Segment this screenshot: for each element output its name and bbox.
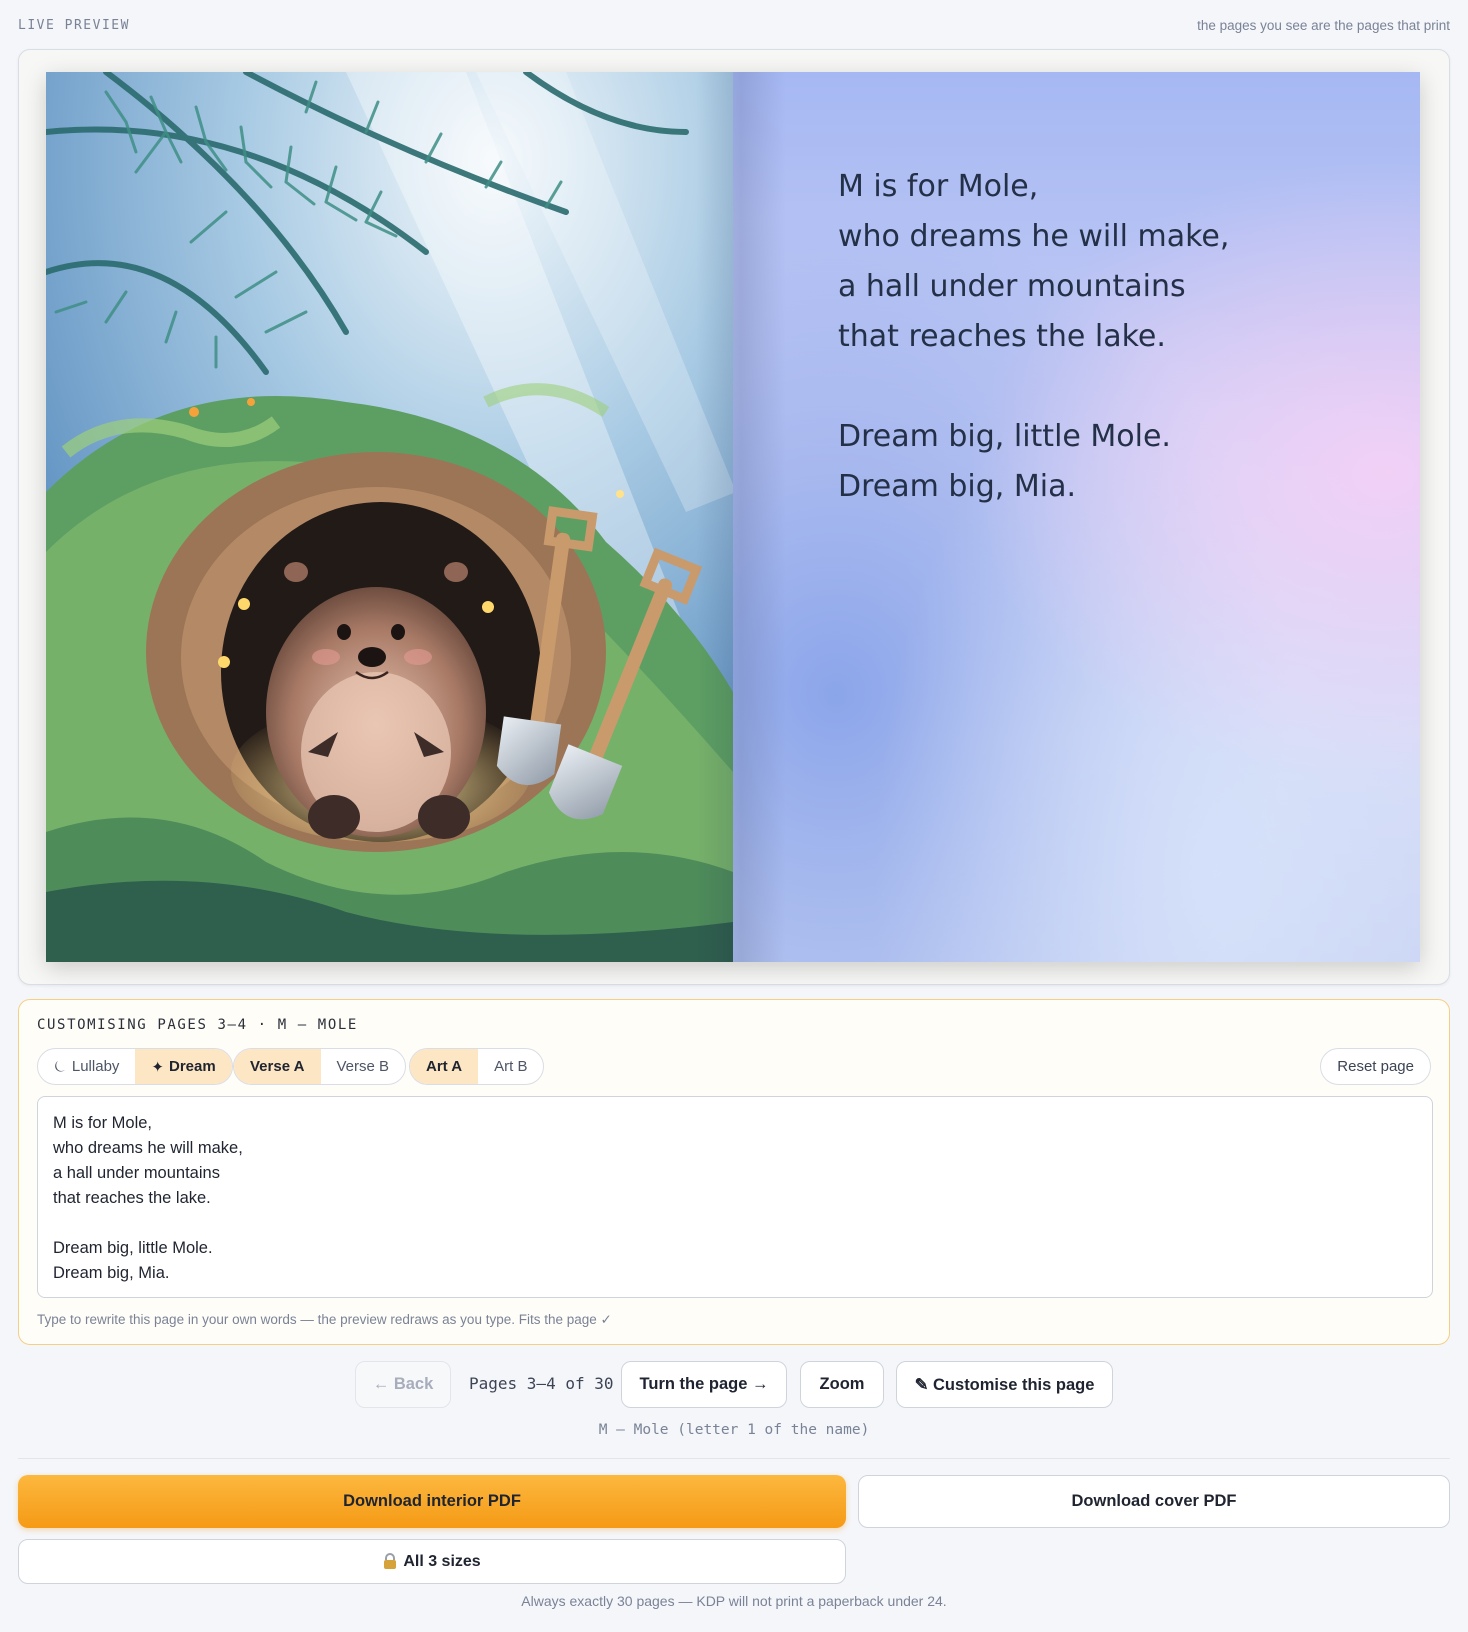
style-option-label: Dream <box>169 1058 216 1075</box>
letter-note: M — Mole (letter 1 of the name) <box>598 1422 870 1438</box>
verse-line: M is for Mole, <box>838 169 1039 204</box>
turn-page-button[interactable]: Turn the page → <box>621 1361 787 1408</box>
all-sizes-button[interactable]: All 3 sizes <box>18 1539 846 1584</box>
page-counter: Pages 3–4 of 30 <box>469 1374 614 1393</box>
verse-option-a[interactable]: Verse A <box>234 1049 321 1084</box>
moon-icon: ⏾ <box>54 1058 66 1075</box>
reset-page-button[interactable]: Reset page <box>1320 1048 1431 1085</box>
verse-option-b[interactable]: Verse B <box>321 1049 406 1084</box>
mole-illustration <box>46 72 733 962</box>
verse-line: that reaches the lake. <box>838 319 1166 354</box>
print-note: the pages you see are the pages that pri… <box>1197 18 1450 33</box>
customise-panel: CUSTOMISING PAGES 3–4 · M — MOLE ⏾ Lulla… <box>18 999 1450 1345</box>
customise-page-button[interactable]: ✎ Customise this page <box>896 1361 1113 1408</box>
zoom-button[interactable]: Zoom <box>800 1361 884 1408</box>
art-option-b[interactable]: Art B <box>478 1049 543 1084</box>
download-interior-button[interactable]: Download interior PDF <box>18 1475 846 1528</box>
lock-icon <box>384 1553 397 1569</box>
verse-line: who dreams he will make, <box>838 219 1230 254</box>
page-count-footnote: Always exactly 30 pages — KDP will not p… <box>521 1593 947 1609</box>
style-option-label: Lullaby <box>71 1058 120 1075</box>
editor-hint: Type to rewrite this page in your own wo… <box>37 1312 612 1327</box>
customise-title: CUSTOMISING PAGES 3–4 · M — MOLE <box>37 1017 358 1033</box>
style-option-lullaby[interactable]: ⏾ Lullaby <box>38 1049 135 1084</box>
verse-editor[interactable]: M is for Mole, who dreams he will make, … <box>37 1096 1433 1298</box>
style-option-dream[interactable]: ✦ Dream <box>135 1049 232 1084</box>
back-button[interactable]: ← Back <box>355 1361 451 1408</box>
verse-stanza-gap <box>838 362 1338 412</box>
illustration-page <box>46 72 733 962</box>
verse-text: M is for Mole, who dreams he will make, … <box>838 162 1338 512</box>
sparkle-icon: ✦ <box>151 1058 164 1076</box>
art-toggle: Art A Art B <box>409 1048 545 1085</box>
verse-line: a hall under mountains <box>838 269 1186 304</box>
art-option-a[interactable]: Art A <box>410 1049 479 1084</box>
verse-toggle: Verse A Verse B <box>233 1048 407 1085</box>
verse-line: Dream big, Mia. <box>838 469 1077 504</box>
download-cover-button[interactable]: Download cover PDF <box>858 1475 1450 1528</box>
divider <box>18 1458 1450 1459</box>
verse-line: Dream big, little Mole. <box>838 419 1171 454</box>
live-preview-label: LIVE PREVIEW <box>18 18 130 33</box>
style-toggle: ⏾ Lullaby ✦ Dream <box>37 1048 233 1085</box>
all-sizes-label: All 3 sizes <box>403 1552 481 1570</box>
